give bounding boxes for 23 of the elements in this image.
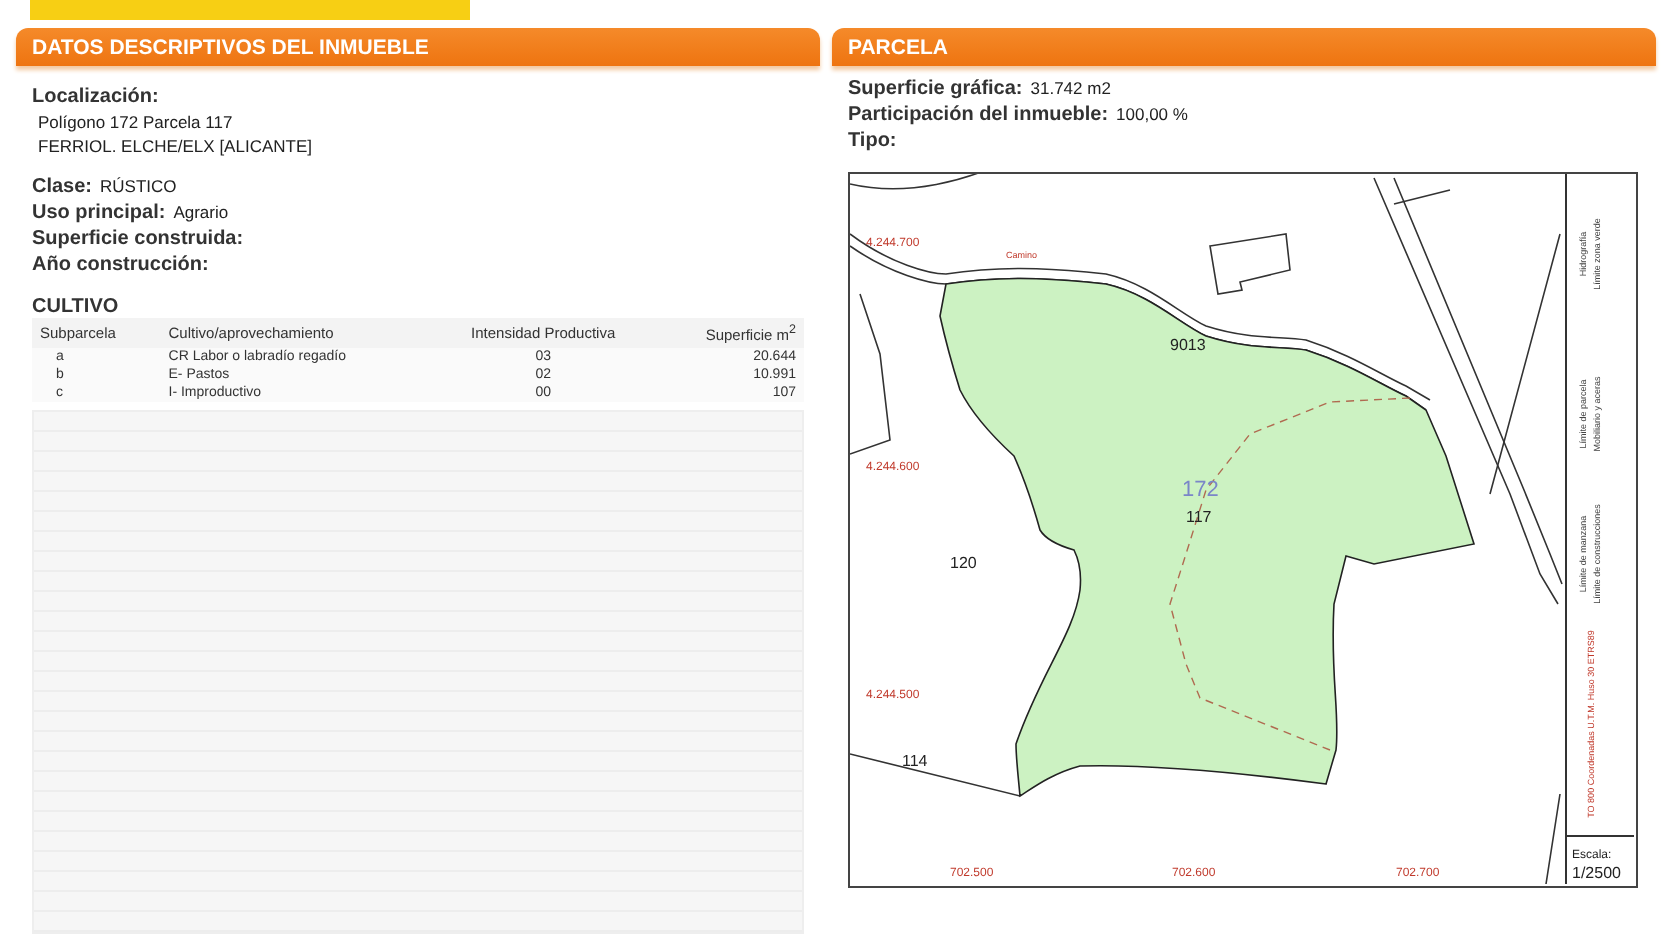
parcel-number: 117 (1186, 508, 1212, 526)
address-line: FERRIOL. ELCHE/ELX [ALICANTE] (36, 136, 314, 160)
field-value: Agrario (173, 202, 229, 222)
field-label: Participación del inmueble: (848, 104, 1109, 126)
section-header: DATOS DESCRIPTIVOS DEL INMUEBLE (16, 28, 820, 66)
parcel-number: 120 (950, 554, 977, 572)
field-value: 31.742 m2 (1030, 78, 1111, 98)
parcel-number: 9013 (1170, 336, 1206, 354)
field-value: 100,00 % (1116, 104, 1188, 124)
field-label: Localización: (32, 86, 159, 108)
field-label: Uso principal: (32, 202, 166, 224)
address-line: Polígono 172 Parcela 117 (36, 112, 235, 136)
parcel-number: 114 (902, 752, 928, 770)
field-label: Superficie construida: (32, 228, 244, 250)
parcel-number: 172 (1182, 478, 1219, 502)
section-header: PARCELA (832, 28, 1656, 66)
section-title: CULTIVO (32, 296, 121, 318)
scale-value: 1/2500 (1572, 864, 1621, 882)
field-label: Superficie gráfica: (848, 78, 1023, 100)
field-label: Clase: (32, 176, 93, 198)
field-label: Tipo: (848, 130, 897, 152)
field-value: RÚSTICO (100, 176, 177, 196)
field-label: Año construcción: (32, 254, 209, 276)
